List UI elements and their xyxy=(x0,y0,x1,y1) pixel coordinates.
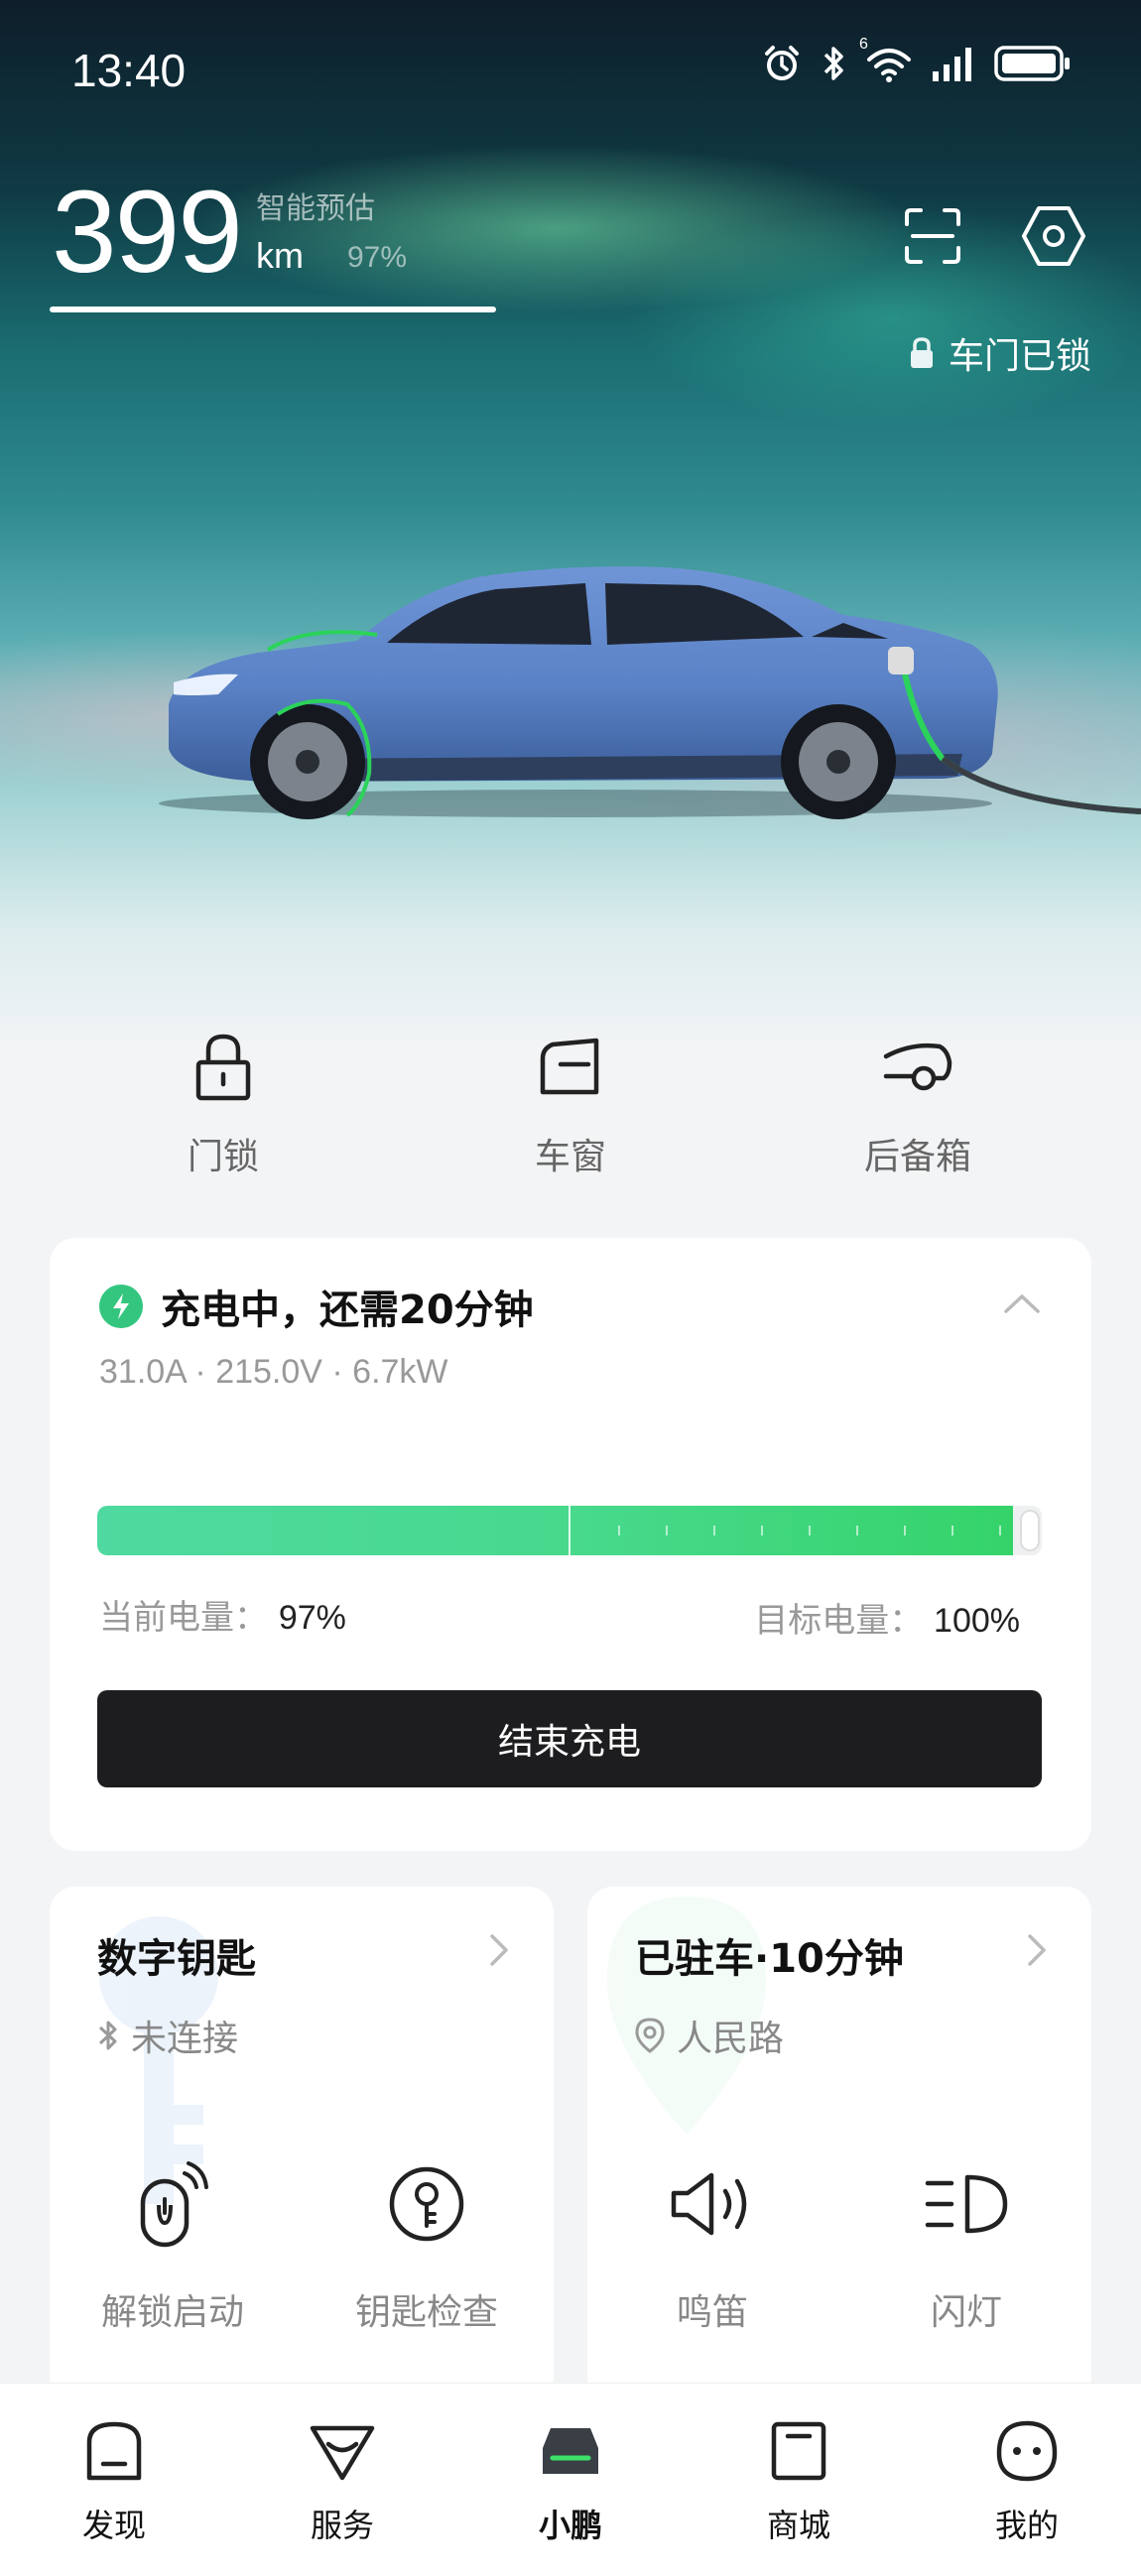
parking-title: 已驻车·10分钟 xyxy=(635,1936,904,1982)
target-slider-handle[interactable] xyxy=(1020,1510,1040,1551)
battery-percent: 97% xyxy=(347,241,408,274)
bottom-navigation: 发现 服务 小鹏 商城 我的 xyxy=(0,2383,1141,2576)
nav-service-label: 服务 xyxy=(310,2507,374,2544)
nav-shop-label: 商城 xyxy=(766,2507,830,2544)
charging-title: 充电中，还需20分钟 xyxy=(161,1288,534,1333)
target-charge-value: 100% xyxy=(934,1602,1020,1640)
nav-discover[interactable]: 发现 xyxy=(35,2411,193,2546)
bluetooth-icon xyxy=(824,47,843,80)
charge-progress-bar xyxy=(97,1506,1042,1555)
nav-profile[interactable]: 我的 xyxy=(948,2411,1106,2546)
profile-icon xyxy=(996,2420,1058,2482)
battery-icon xyxy=(994,46,1070,81)
headlight-icon xyxy=(925,2174,1008,2234)
car-icon xyxy=(543,2428,598,2474)
quick-label-trunk: 后备箱 xyxy=(863,1137,971,1177)
key-check-icon xyxy=(389,2166,464,2242)
charging-bolt-icon xyxy=(99,1285,143,1328)
nav-service[interactable]: 服务 xyxy=(263,2411,422,2546)
door-lock-status: 车门已锁 xyxy=(907,327,1091,379)
signal-icon xyxy=(933,48,971,81)
network-gen-label: 6 xyxy=(859,36,868,53)
range-underline xyxy=(50,307,496,312)
collapse-button[interactable] xyxy=(1002,1291,1042,1319)
quick-controls: 门锁 车窗 后备箱 xyxy=(0,1027,1141,1195)
quick-door-lock[interactable]: 门锁 xyxy=(114,1027,332,1179)
chevron-up-icon xyxy=(1004,1294,1040,1313)
status-icons: 6 xyxy=(762,36,1072,83)
end-charging-button[interactable]: 结束充电 xyxy=(97,1690,1042,1787)
shop-icon xyxy=(771,2421,826,2481)
status-time: 13:40 xyxy=(71,45,187,96)
charge-progress-divider xyxy=(569,1506,570,1555)
hexagon-settings-icon xyxy=(1022,206,1085,266)
padlock-icon xyxy=(195,1034,251,1101)
flash-lights-label: 闪灯 xyxy=(930,2292,1002,2333)
parking-location: 人民路 xyxy=(635,2010,784,2061)
horn-label: 鸣笛 xyxy=(676,2292,748,2333)
location-pin-icon xyxy=(635,2018,665,2053)
lock-status-text: 车门已锁 xyxy=(948,336,1091,377)
range-value: 399 xyxy=(52,167,243,298)
alarm-icon xyxy=(765,46,799,80)
discover-icon xyxy=(86,2421,142,2481)
wifi-icon xyxy=(867,49,911,82)
range-display: 399 智能预估 km 97% xyxy=(50,174,496,317)
nav-discover-label: 发现 xyxy=(81,2507,146,2544)
current-charge: 当前电量： 97% xyxy=(99,1590,346,1639)
remote-start-icon xyxy=(140,2161,208,2248)
remote-start-button[interactable]: 解锁启动 xyxy=(73,2154,272,2335)
nav-xpeng-label: 小鹏 xyxy=(538,2507,602,2544)
small-lock-icon xyxy=(910,337,933,368)
nav-xpeng[interactable]: 小鹏 xyxy=(491,2411,650,2546)
trunk-icon xyxy=(883,1043,952,1091)
window-icon xyxy=(540,1038,599,1095)
range-unit: km xyxy=(256,235,304,276)
chevron-right-icon xyxy=(1028,1934,1046,1966)
horn-icon xyxy=(671,2172,747,2236)
settings-button[interactable] xyxy=(1018,200,1089,272)
current-charge-label: 当前电量： xyxy=(99,1598,268,1638)
quick-trunk[interactable]: 后备箱 xyxy=(809,1027,1027,1179)
key-check-button[interactable]: 钥匙检查 xyxy=(327,2154,526,2335)
quick-label-window: 车窗 xyxy=(534,1137,606,1177)
parking-location-text: 人民路 xyxy=(677,2019,785,2059)
scan-button[interactable] xyxy=(897,200,968,272)
nav-shop[interactable]: 商城 xyxy=(719,2411,878,2546)
target-charge: 目标电量： 100% xyxy=(754,1593,1020,1642)
parking-card[interactable]: 已驻车·10分钟 人民路 鸣笛 闪灯 xyxy=(587,1887,1091,2402)
charging-card: 充电中，还需20分钟 31.0A · 215.0V · 6.7kW 当前电量： … xyxy=(50,1238,1091,1851)
quick-label-lock: 门锁 xyxy=(187,1137,259,1177)
scan-icon xyxy=(905,208,960,264)
nav-profile-label: 我的 xyxy=(994,2507,1059,2544)
remote-start-label: 解锁启动 xyxy=(100,2292,244,2333)
parking-chevron[interactable] xyxy=(1026,1932,1048,1972)
digital-key-title: 数字钥匙 xyxy=(97,1936,256,1982)
flash-lights-button[interactable]: 闪灯 xyxy=(867,2154,1066,2335)
service-icon xyxy=(310,2425,375,2481)
charging-stats: 31.0A · 215.0V · 6.7kW xyxy=(99,1353,448,1391)
status-bar: 13:40 6 xyxy=(0,0,1141,139)
wifi-6-indicator: 6 xyxy=(859,36,913,83)
vehicle-hero: 13:40 6 399 智能预估 km 97% 车门已锁 xyxy=(0,0,1141,1051)
charging-title-row: 充电中，还需20分钟 xyxy=(99,1278,534,1335)
chevron-right-icon xyxy=(490,1934,508,1966)
quick-window[interactable]: 车窗 xyxy=(461,1027,680,1179)
bluetooth-icon xyxy=(98,2021,117,2050)
digital-key-chevron[interactable] xyxy=(488,1932,510,1972)
digital-key-card[interactable]: 数字钥匙 未连接 解锁启动 钥匙检查 xyxy=(50,1887,554,2402)
target-charge-label: 目标电量： xyxy=(754,1601,924,1641)
range-mode: 智能预估 xyxy=(256,191,375,226)
key-check-label: 钥匙检查 xyxy=(354,2292,498,2333)
car-illustration xyxy=(159,566,1141,819)
charge-progress-ticks xyxy=(618,1526,1001,1535)
current-charge-value: 97% xyxy=(278,1599,346,1637)
digital-key-status-text: 未连接 xyxy=(131,2019,239,2059)
digital-key-status: 未连接 xyxy=(97,2010,238,2061)
horn-button[interactable]: 鸣笛 xyxy=(613,2154,812,2335)
